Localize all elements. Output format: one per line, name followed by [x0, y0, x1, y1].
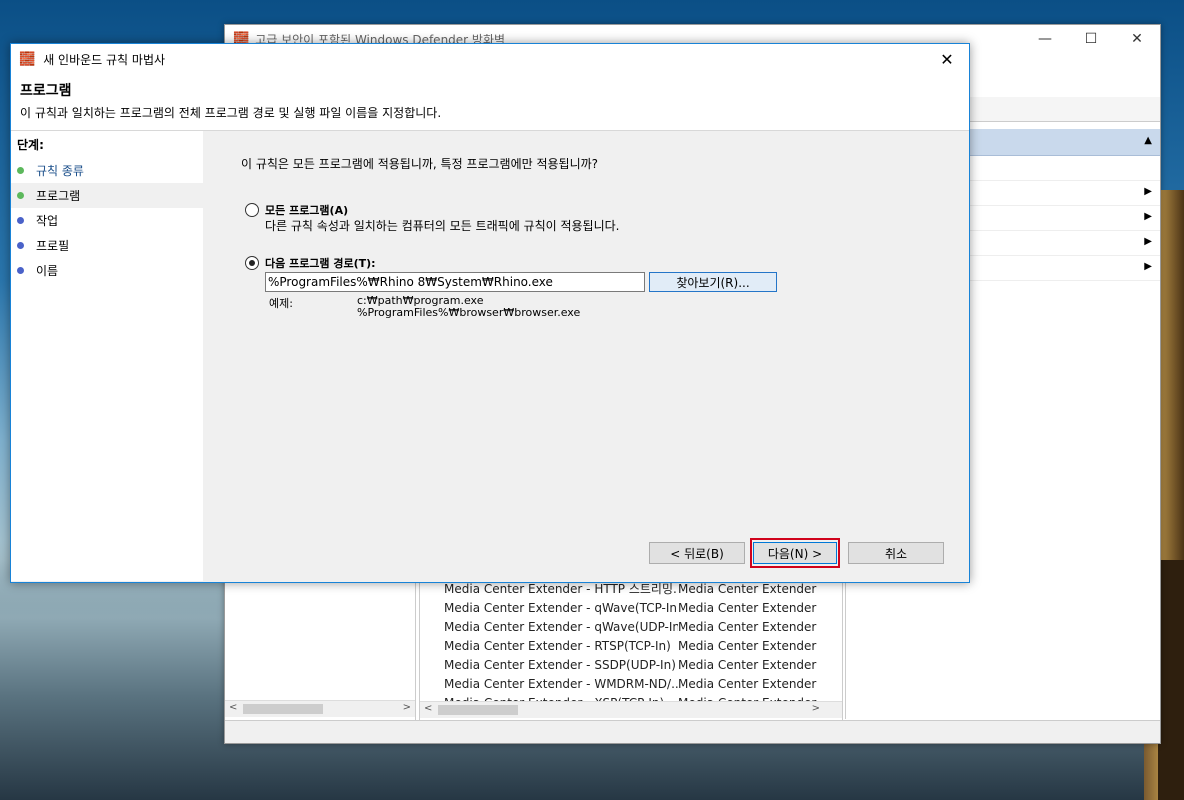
collapse-up-icon[interactable]: ▲: [1144, 135, 1152, 146]
table-row[interactable]: Media Center Extender - RTSP(TCP-In) Medi…: [420, 636, 820, 655]
program-path-input[interactable]: [265, 272, 645, 292]
program-path-label[interactable]: 다음 프로그램 경로(T):: [265, 255, 376, 271]
table-row[interactable]: Media Center Extender - WMDRM-ND/... Medi…: [420, 674, 820, 693]
rules-hscrollbar[interactable]: < >: [420, 701, 842, 718]
rules-list: Media Center Extender - HTTP 스트리밍... Medi…: [419, 580, 843, 722]
step-rule-type[interactable]: 규칙 종류: [11, 158, 203, 183]
minimize-icon[interactable]: —: [1022, 25, 1068, 53]
wizard-content: 이 규칙은 모든 프로그램에 적용됩니까, 특정 프로그램에만 적용됩니까? 모…: [205, 131, 969, 581]
scroll-left-icon[interactable]: <: [424, 703, 432, 714]
step-profile[interactable]: 프로필: [11, 233, 203, 258]
next-button[interactable]: 다음(N) >: [753, 542, 837, 564]
inbound-rule-wizard: 🧱 새 인바운드 규칙 마법사 ✕ 프로그램 이 규칙과 일치하는 프로그램의 …: [10, 43, 970, 583]
tree-pane: < >: [225, 580, 416, 720]
chevron-right-icon: ▶: [1144, 236, 1152, 247]
scroll-left-icon[interactable]: <: [229, 702, 237, 713]
all-programs-radio[interactable]: [245, 203, 259, 217]
example-values: c:₩path₩program.exe %ProgramFiles%₩brows…: [357, 295, 580, 319]
firewall-window-controls: — ☐ ✕: [1022, 25, 1160, 53]
table-row[interactable]: Media Center Extender - SSDP(UDP-In) Medi…: [420, 655, 820, 674]
page-subtitle: 이 규칙과 일치하는 프로그램의 전체 프로그램 경로 및 실행 파일 이름을 …: [20, 106, 442, 120]
example-label: 예제:: [269, 297, 293, 310]
step-status-dot: [17, 167, 24, 174]
step-name[interactable]: 이름: [11, 258, 203, 283]
wizard-title: 새 인바운드 규칙 마법사: [43, 52, 166, 67]
close-icon[interactable]: ✕: [933, 48, 961, 70]
step-action[interactable]: 작업: [11, 208, 203, 233]
step-status-dot: [17, 217, 24, 224]
example-line: %ProgramFiles%₩browser₩browser.exe: [357, 306, 581, 319]
scroll-right-icon[interactable]: >: [403, 702, 411, 713]
firewall-app-icon: 🧱: [19, 51, 36, 67]
step-program[interactable]: 프로그램: [11, 183, 203, 208]
scroll-thumb[interactable]: [243, 704, 323, 714]
all-programs-label[interactable]: 모든 프로그램(A): [265, 202, 348, 218]
scroll-thumb[interactable]: [438, 705, 518, 715]
wizard-header: 프로그램 이 규칙과 일치하는 프로그램의 전체 프로그램 경로 및 실행 파일…: [11, 74, 969, 131]
chevron-right-icon: ▶: [1144, 211, 1152, 222]
steps-label: 단계:: [17, 138, 44, 152]
back-button[interactable]: < 뒤로(B): [649, 542, 745, 564]
step-status-dot: [17, 192, 24, 199]
all-programs-description: 다른 규칙 속성과 일치하는 컴퓨터의 모든 트래픽에 규칙이 적용됩니다.: [265, 219, 620, 233]
scroll-right-icon[interactable]: >: [812, 703, 820, 714]
tree-hscrollbar[interactable]: < >: [225, 700, 415, 717]
program-path-radio[interactable]: [245, 256, 259, 270]
wizard-titlebar: 🧱 새 인바운드 규칙 마법사 ✕: [11, 44, 969, 74]
question-text: 이 규칙은 모든 프로그램에 적용됩니까, 특정 프로그램에만 적용됩니까?: [241, 157, 599, 171]
step-status-dot: [17, 267, 24, 274]
steps-panel: 단계: 규칙 종류 프로그램 작업 프로필 이름: [11, 131, 203, 581]
browse-button[interactable]: 찾아보기(R)...: [649, 272, 777, 292]
close-icon[interactable]: ✕: [1114, 25, 1160, 53]
table-row[interactable]: Media Center Extender - qWave(TCP-In) Med…: [420, 598, 820, 617]
desktop-rock-shadow: [1158, 560, 1184, 800]
cancel-button[interactable]: 취소: [848, 542, 944, 564]
chevron-right-icon: ▶: [1144, 261, 1152, 272]
chevron-right-icon: ▶: [1144, 186, 1152, 197]
maximize-icon[interactable]: ☐: [1068, 25, 1114, 53]
page-title: 프로그램: [20, 83, 72, 99]
firewall-statusbar: [225, 720, 1160, 743]
step-status-dot: [17, 242, 24, 249]
table-row[interactable]: Media Center Extender - qWave(UDP-In) Med…: [420, 617, 820, 636]
